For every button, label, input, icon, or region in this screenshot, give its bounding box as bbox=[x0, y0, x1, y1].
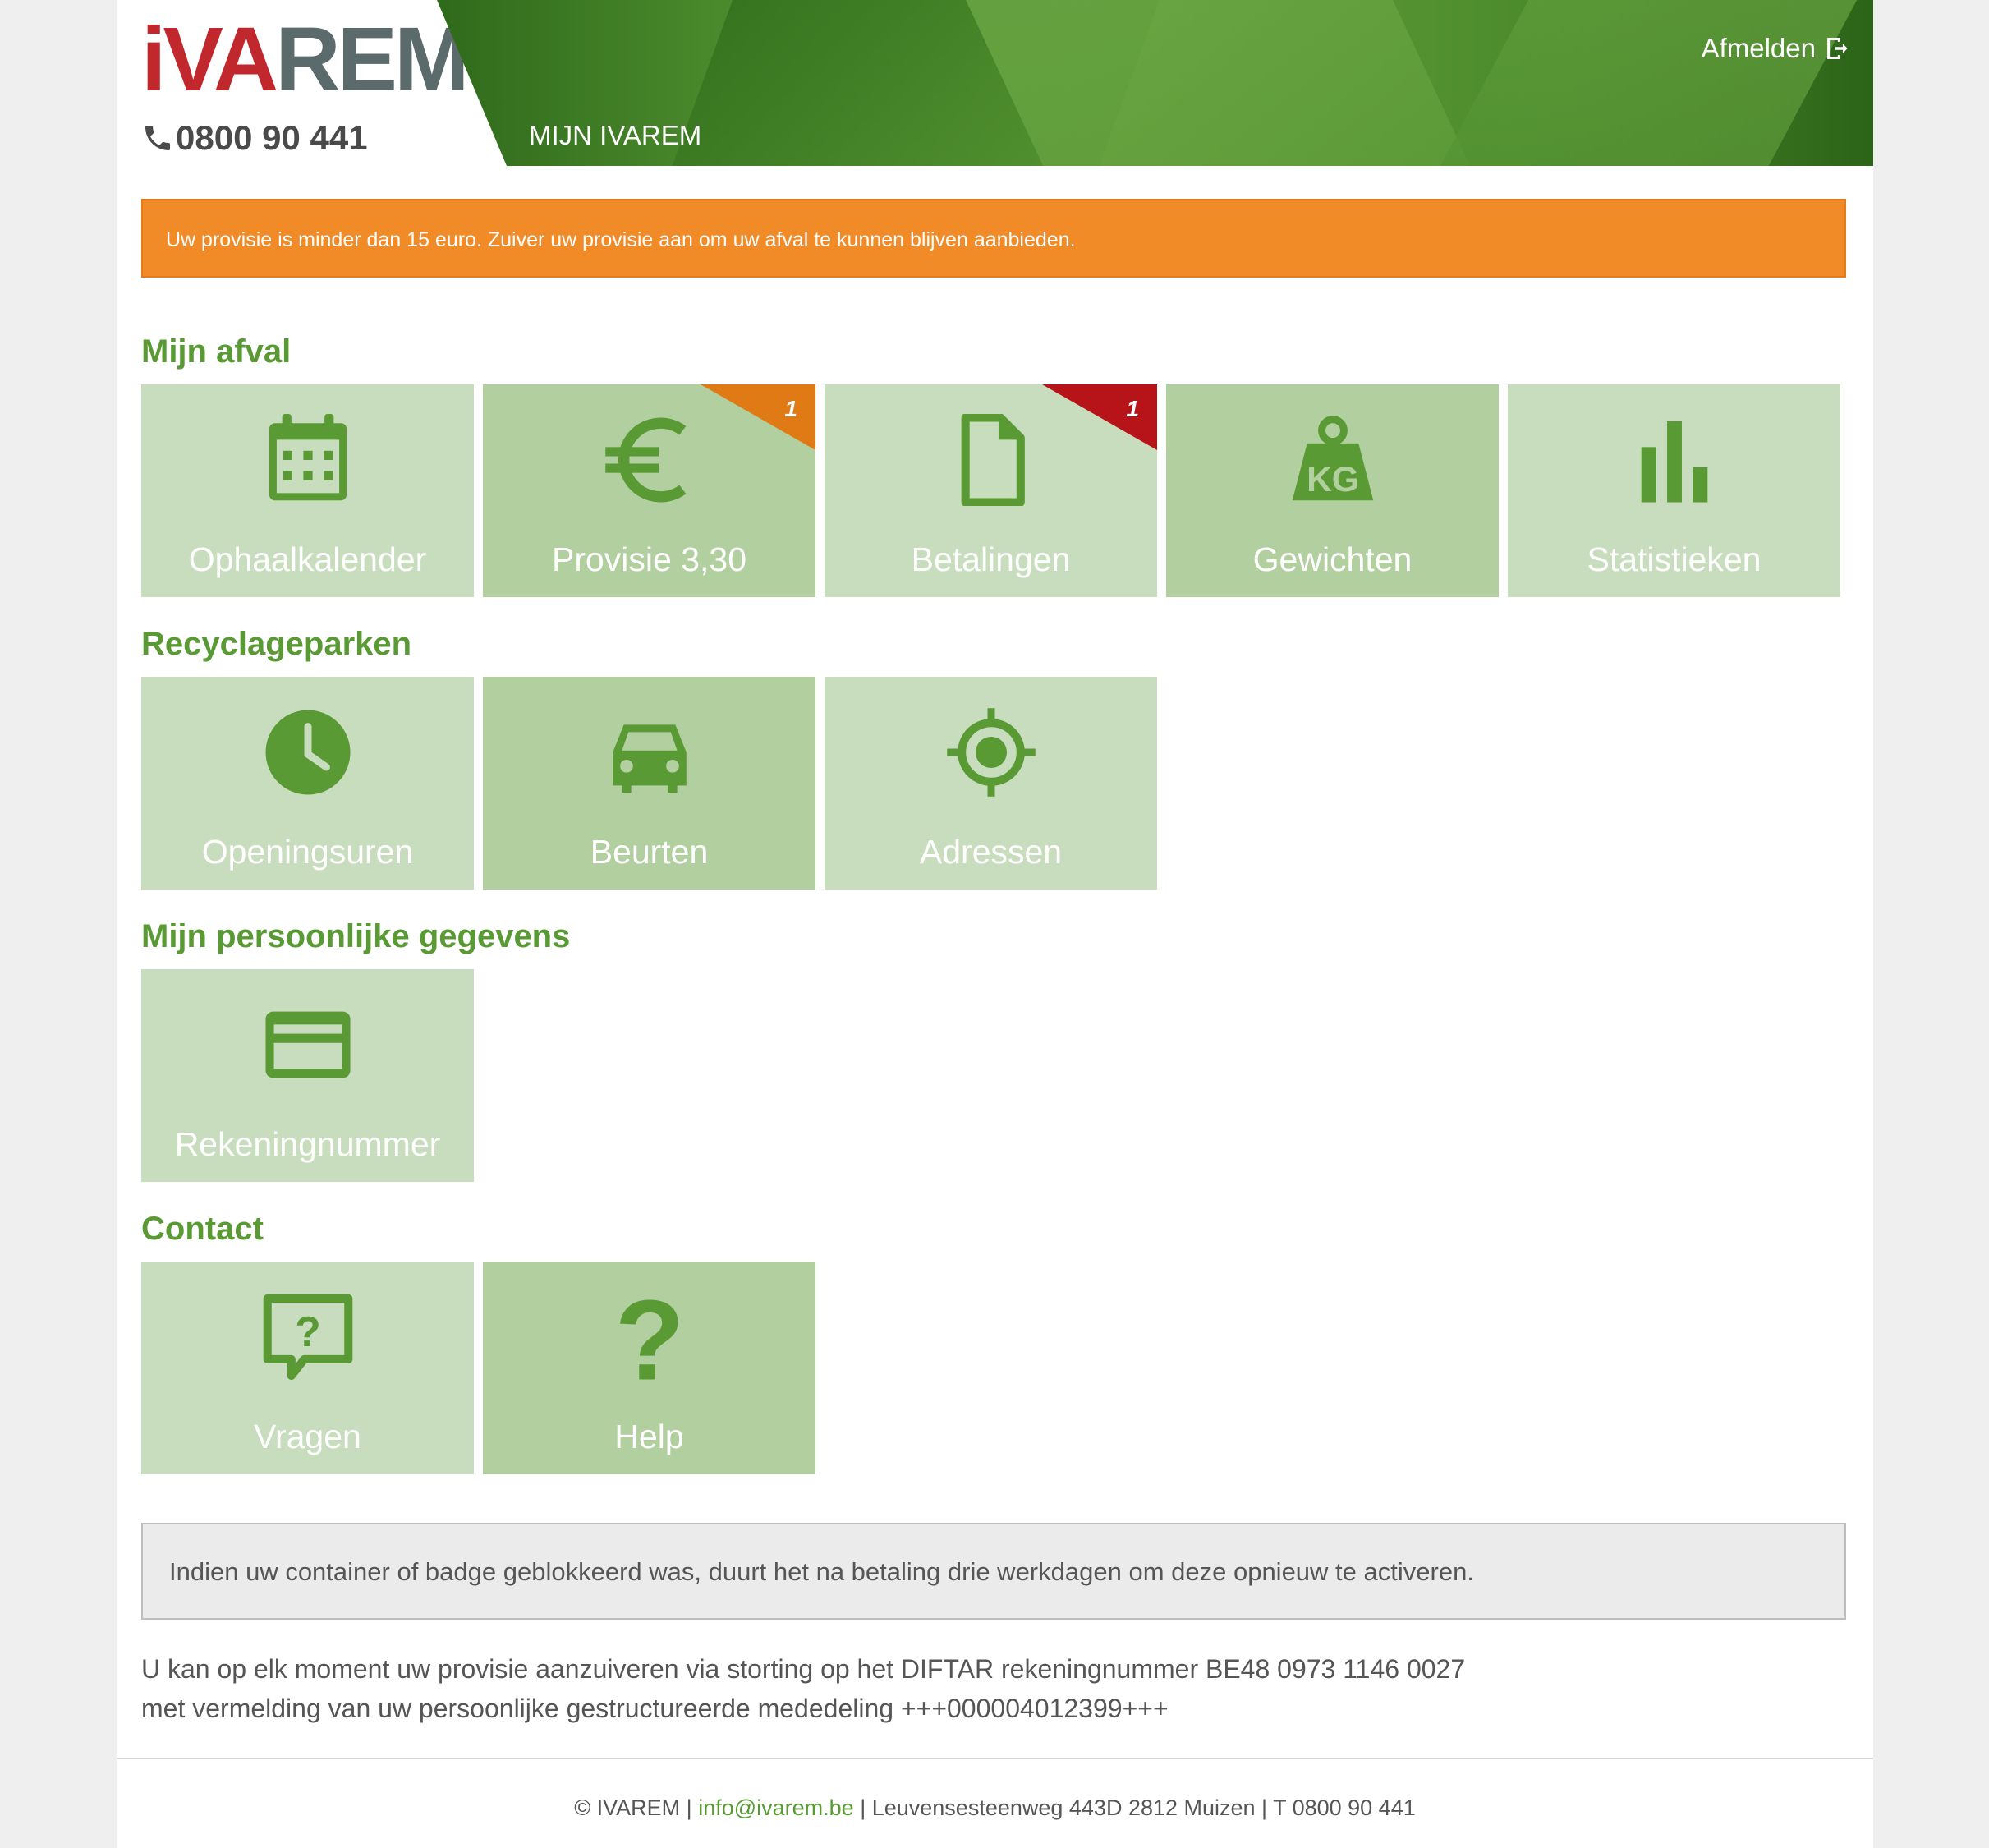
section-title-persoonlijke-gegevens: Mijn persoonlijke gegevens bbox=[141, 918, 571, 954]
payment-instructions: U kan op elk moment uw provisie aanzuive… bbox=[141, 1649, 1465, 1728]
page: iVAREM 0800 90 441 MIJN IVAREM Afmelden … bbox=[117, 0, 1873, 1848]
tile-vragen[interactable]: ? Vragen bbox=[141, 1262, 474, 1474]
euro-icon bbox=[604, 417, 686, 503]
tile-beurten[interactable]: Beurten bbox=[483, 677, 815, 890]
footer-divider bbox=[117, 1758, 1873, 1759]
location-target-icon bbox=[946, 708, 1036, 797]
tile-label: Ophaalkalender bbox=[188, 540, 427, 578]
section-title-contact: Contact bbox=[141, 1211, 264, 1247]
logout-icon bbox=[1827, 37, 1848, 60]
banner-title[interactable]: MIJN IVAREM bbox=[529, 120, 701, 151]
tile-openingsuren[interactable]: Openingsuren bbox=[141, 677, 474, 890]
ivarem-logo[interactable]: iVAREM bbox=[141, 15, 470, 105]
question-mark-icon: ? bbox=[614, 1291, 684, 1383]
calendar-icon bbox=[269, 414, 347, 501]
credit-card-icon bbox=[264, 1011, 351, 1078]
footer-email-link[interactable]: info@ivarem.be bbox=[698, 1795, 854, 1820]
tile-label: Provisie 3,30 bbox=[551, 540, 746, 578]
bar-chart-icon bbox=[1641, 421, 1707, 503]
phone-icon bbox=[145, 126, 170, 150]
tile-label: Help bbox=[614, 1418, 684, 1455]
phone-number: 0800 90 441 bbox=[141, 118, 368, 158]
provisie-alert: Uw provisie is minder dan 15 euro. Zuive… bbox=[141, 199, 1846, 278]
header-banner: MIJN IVAREM Afmelden bbox=[437, 0, 1873, 166]
footer: © IVAREM | info@ivarem.be | Leuvensestee… bbox=[117, 1795, 1873, 1821]
clock-icon bbox=[264, 710, 351, 795]
payment-line-2: met vermelding van uw persoonlijke gestr… bbox=[141, 1694, 1169, 1723]
footer-copyright: © IVAREM | bbox=[574, 1795, 699, 1820]
tile-betalingen[interactable]: 1 Betalingen bbox=[825, 384, 1157, 597]
question-bubble-icon: ? bbox=[263, 1294, 352, 1381]
tile-gewichten[interactable]: KG Gewichten bbox=[1166, 384, 1499, 597]
weight-kg-icon: KG bbox=[1292, 416, 1373, 501]
tile-statistieken[interactable]: Statistieken bbox=[1508, 384, 1840, 597]
tile-label: Beurten bbox=[590, 833, 709, 871]
badge-info-box: Indien uw container of badge geblokkeerd… bbox=[141, 1523, 1846, 1620]
svg-text:?: ? bbox=[295, 1308, 320, 1355]
tile-label: Rekeningnummer bbox=[174, 1125, 441, 1163]
tile-rekeningnummer[interactable]: Rekeningnummer bbox=[141, 969, 474, 1182]
svg-text:?: ? bbox=[614, 1291, 684, 1383]
svg-text:KG: KG bbox=[1307, 460, 1359, 499]
tile-label: Openingsuren bbox=[201, 833, 414, 871]
tile-adressen[interactable]: Adressen bbox=[825, 677, 1157, 890]
tile-provisie[interactable]: 1 Provisie 3,30 bbox=[483, 384, 815, 597]
tile-label: Betalingen bbox=[911, 540, 1071, 578]
tile-label: Vragen bbox=[254, 1418, 361, 1455]
tile-label: Gewichten bbox=[1252, 540, 1413, 578]
tile-help[interactable]: ? Help bbox=[483, 1262, 815, 1474]
document-icon bbox=[961, 414, 1025, 506]
section-title-recyclageparken: Recyclageparken bbox=[141, 626, 412, 662]
tile-label: Statistieken bbox=[1587, 540, 1762, 578]
payment-line-1: U kan op elk moment uw provisie aanzuive… bbox=[141, 1654, 1466, 1684]
logout-button[interactable]: Afmelden bbox=[1702, 33, 1849, 64]
footer-address: | Leuvensesteenweg 443D 2812 Muizen | T … bbox=[853, 1795, 1416, 1820]
tile-label: Adressen bbox=[919, 833, 1063, 871]
logo-area: iVAREM 0800 90 441 bbox=[141, 15, 486, 163]
section-title-mijn-afval: Mijn afval bbox=[141, 333, 292, 370]
car-icon bbox=[612, 724, 687, 793]
tile-ophaalkalender[interactable]: Ophaalkalender bbox=[141, 384, 474, 597]
header: iVAREM 0800 90 441 MIJN IVAREM Afmelden bbox=[117, 0, 1873, 166]
